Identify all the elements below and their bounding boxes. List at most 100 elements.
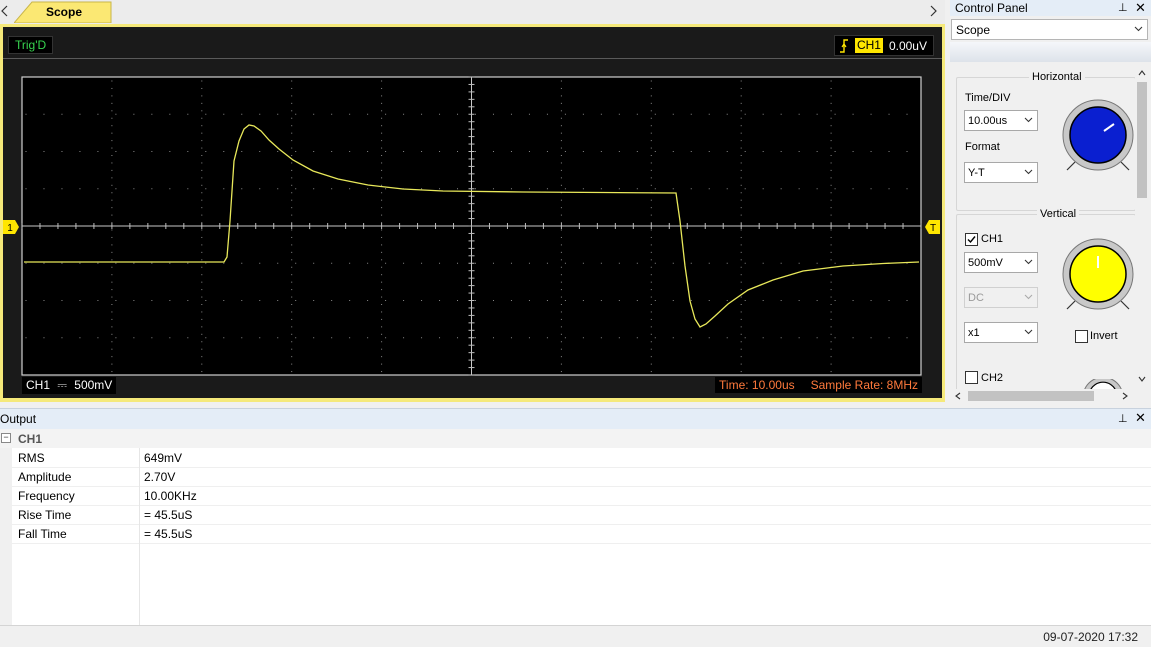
pin-icon[interactable]: ⊥: [1118, 1, 1128, 14]
scroll-left-icon[interactable]: [954, 392, 962, 400]
scrollbar-thumb[interactable]: [1137, 82, 1147, 198]
grid-dot: [560, 214, 562, 216]
grid-dot: [313, 300, 315, 301]
grid-dot: [151, 188, 153, 190]
control-panel-horizontal-scrollbar[interactable]: [950, 389, 1135, 403]
ch1-volt-div-select[interactable]: 500mV: [964, 252, 1038, 273]
grid-dot: [457, 151, 459, 152]
grid-dot: [834, 151, 836, 152]
tab-scope[interactable]: Scope: [14, 1, 112, 23]
ch2-checkbox[interactable]: [965, 371, 978, 384]
grid-dot: [830, 95, 832, 97]
grid-dot: [830, 333, 832, 335]
grid-dot: [798, 337, 800, 339]
grid-dot: [201, 371, 203, 373]
grid-dot: [740, 207, 742, 209]
property-row-rise-time[interactable]: Rise Time = 45.5uS: [12, 505, 1151, 525]
grid-dot: [223, 262, 225, 264]
close-icon[interactable]: ✕: [1135, 410, 1146, 426]
trigger-channel-label: CH1: [854, 38, 883, 53]
grid-dot: [381, 356, 383, 358]
probe-select[interactable]: x1: [964, 322, 1038, 343]
grid-dot: [295, 300, 297, 301]
time-div-select[interactable]: 10.00us: [964, 110, 1038, 131]
grid-dot: [381, 110, 383, 112]
grid-dot: [457, 262, 459, 264]
grid-dot: [830, 229, 832, 231]
grid-dot: [201, 110, 203, 112]
grid-dot: [834, 262, 836, 264]
close-icon[interactable]: ✕: [1135, 0, 1146, 16]
grid-dot: [654, 151, 656, 152]
grid-dot: [672, 113, 674, 115]
grid-dot: [295, 262, 297, 264]
collapse-icon[interactable]: −: [1, 433, 11, 443]
property-row-rms[interactable]: RMS 649mV: [12, 448, 1151, 468]
grid-dot: [201, 348, 203, 350]
grid-dot: [852, 337, 854, 339]
grid-dot: [740, 348, 742, 350]
grid-dot: [111, 95, 113, 97]
grid-dot: [650, 132, 652, 134]
ch2-volts-knob[interactable]: [1082, 379, 1124, 389]
grid-dot: [201, 289, 203, 291]
property-group-ch1[interactable]: − CH1: [0, 429, 1151, 448]
grid-dot: [582, 113, 584, 115]
grid-dot: [744, 113, 746, 115]
grid-dot: [169, 151, 171, 152]
grid-dot: [690, 113, 692, 115]
grid-dot: [97, 113, 99, 115]
grid-dot: [381, 326, 383, 328]
grid-dot: [115, 151, 117, 152]
grid-dot: [291, 207, 293, 209]
grid-dot: [830, 80, 832, 82]
ch1-volts-knob[interactable]: [1059, 237, 1135, 317]
grid-dot: [111, 132, 113, 134]
timebase-knob[interactable]: [1059, 98, 1135, 178]
grid-dot: [385, 262, 387, 264]
grid-dot: [510, 113, 512, 115]
grid-dot: [201, 199, 203, 201]
property-row-frequency[interactable]: Frequency 10.00KHz: [12, 486, 1151, 506]
grid-dot: [349, 300, 351, 301]
waveform-display[interactable]: 1 T: [3, 61, 942, 377]
pin-icon[interactable]: ⊥: [1118, 412, 1128, 425]
property-row-fall-time[interactable]: Fall Time = 45.5uS: [12, 524, 1151, 544]
grid-dot: [650, 296, 652, 298]
grid-dot: [816, 337, 818, 339]
control-panel-vertical-scrollbar[interactable]: [1135, 66, 1149, 386]
control-panel-splitter[interactable]: [950, 42, 1151, 62]
grid-dot: [618, 300, 620, 301]
grid-dot: [201, 102, 203, 104]
scrollbar-thumb[interactable]: [968, 391, 1094, 401]
grid-dot: [740, 236, 742, 238]
scroll-right-icon[interactable]: [1121, 392, 1129, 400]
grid-dot: [564, 151, 566, 152]
tab-scroll-right-icon[interactable]: [928, 4, 938, 18]
grid-dot: [97, 300, 99, 301]
grid-dot: [830, 222, 832, 224]
ch1-checkbox[interactable]: [965, 233, 978, 246]
tab-scroll-left-icon[interactable]: [0, 4, 10, 18]
grid-dot: [560, 102, 562, 104]
grid-dot: [654, 113, 656, 115]
trigger-level-marker[interactable]: T: [925, 220, 940, 234]
format-select[interactable]: Y-T: [964, 162, 1038, 183]
grid-dot: [830, 236, 832, 238]
control-panel-selector[interactable]: Scope: [951, 19, 1148, 40]
grid-dot: [43, 151, 45, 152]
property-row-amplitude[interactable]: Amplitude 2.70V: [12, 467, 1151, 487]
grid-dot: [740, 289, 742, 291]
grid-dot: [381, 341, 383, 343]
grid-dot: [528, 337, 530, 339]
grid-dot: [740, 125, 742, 127]
grid-dot: [201, 281, 203, 283]
ch1-position-marker[interactable]: 1: [3, 220, 19, 234]
scroll-up-icon[interactable]: [1138, 69, 1146, 77]
grid-dot: [111, 155, 113, 156]
scope-screen[interactable]: Trig'D CH1 0.00uV 1 T CH1 ⎓ 500mV Time: …: [3, 27, 942, 398]
invert-checkbox[interactable]: [1075, 330, 1088, 343]
grid-dot: [133, 188, 135, 190]
grid-dot: [291, 311, 293, 313]
scroll-down-icon[interactable]: [1138, 375, 1146, 383]
